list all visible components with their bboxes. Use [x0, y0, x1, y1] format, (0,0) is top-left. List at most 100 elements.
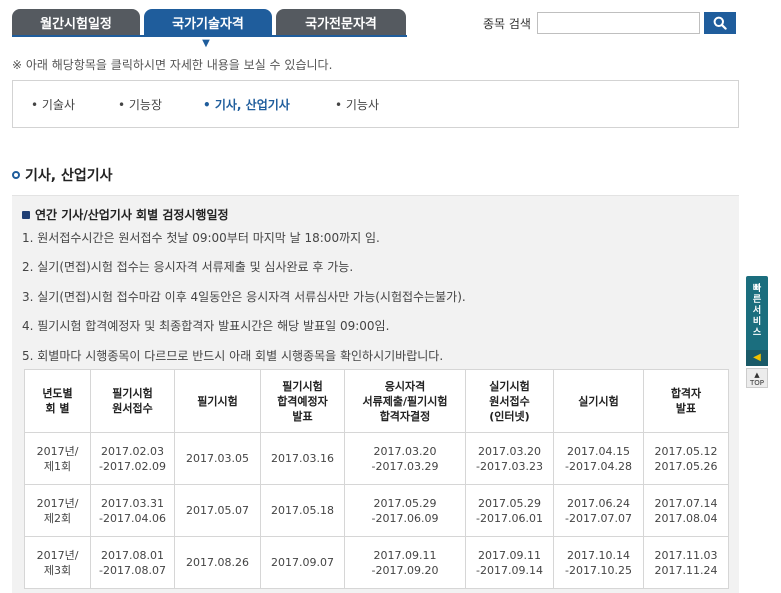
- square-bullet-icon: [22, 210, 30, 219]
- table-cell: 2017.05.29 -2017.06.01: [465, 484, 554, 537]
- tab-national-technical[interactable]: 국가기술자격: [144, 9, 272, 36]
- table-cell: 2017.05.12 2017.05.26: [643, 432, 729, 485]
- table-header-row: 년도별 회 별 필기시험 원서접수 필기시험 필기시험 합격예정자 발표 응시자격 서류제출/필기…: [24, 369, 729, 433]
- table-cell-line: -2017.06.01: [476, 511, 543, 525]
- table-cell: 2017년/제1회: [24, 432, 91, 485]
- search-icon: [713, 16, 727, 30]
- table-header-cell: 년도별회 별: [24, 369, 91, 433]
- table-header-line: 발표: [292, 409, 313, 423]
- search-button[interactable]: [703, 12, 736, 34]
- table-cell-line: 2017.03.20: [478, 444, 541, 458]
- table-cell-line: -2017.04.28: [565, 459, 632, 473]
- table-cell: 2017년/제2회: [24, 484, 91, 537]
- table-cell: 2017.05.18: [260, 484, 345, 537]
- table-cell-line: 2017.05.29: [478, 496, 541, 510]
- table-header-cell: 실기시험: [553, 369, 644, 433]
- subsection-title-text: 연간 기사/산업기사 회별 검정시행일정: [35, 208, 229, 222]
- table-cell-line: -2017.10.25: [565, 563, 632, 577]
- table-cell-line: -2017.06.09: [371, 511, 439, 525]
- chevron-down-icon: ▼: [202, 38, 210, 49]
- table-cell: 2017.03.20 -2017.03.23: [465, 432, 554, 485]
- table-cell-line: 2017.11.24: [654, 563, 718, 577]
- table-header-line: 합격예정자: [277, 394, 328, 408]
- table-header-cell: 합격자 발표: [643, 369, 729, 433]
- table-cell-line: 2017.05.26: [654, 459, 718, 473]
- table-row: 2017년/제1회 2017.02.03 -2017.02.09 2017.03.05…: [24, 432, 729, 485]
- tab-national-professional[interactable]: 국가전문자격: [276, 9, 406, 36]
- table-cell-line: 2017.08.26: [186, 556, 249, 569]
- rule-item: 3. 실기(면접)시험 접수마감 이후 4일동안은 응시자격 서류심사만 가능(…: [22, 290, 466, 304]
- table-cell-line: -2017.02.09: [99, 459, 166, 473]
- table-row: 2017년/제2회 2017.03.31 -2017.04.06 2017.05.07…: [24, 484, 729, 537]
- table-cell: 2017.08.26: [174, 536, 261, 589]
- table-cell: 2017.05.29 -2017.06.09: [344, 484, 466, 537]
- table-cell-line: 2017.11.03: [654, 548, 718, 562]
- tab-monthly-schedule[interactable]: 월간시험일정: [12, 9, 140, 36]
- table-header-line: 발표: [675, 402, 697, 415]
- table-cell: 2017.08.01 -2017.08.07: [90, 536, 175, 589]
- table-cell-line: 2017.09.11: [373, 548, 437, 562]
- table-header-line: 년도별: [42, 387, 73, 400]
- category-engineer-industrial-engineer[interactable]: • 기사, 산업기사: [203, 96, 290, 113]
- table-cell-line: 2017.08.01: [101, 548, 164, 562]
- table-header-cell: 필기시험: [174, 369, 261, 433]
- table-cell-line: -2017.07.07: [565, 511, 632, 525]
- table-cell-line: 2017.03.16: [271, 452, 334, 465]
- table-cell: 2017.03.05: [174, 432, 261, 485]
- table-row: 2017년/제3회 2017.08.01 -2017.08.07 2017.08.26…: [24, 536, 729, 589]
- table-cell-line: 2017.10.14: [567, 548, 630, 562]
- table-header-cell: 필기시험 합격예정자 발표: [260, 369, 345, 433]
- table-cell: 2017.09.11 -2017.09.20: [344, 536, 466, 589]
- schedule-content: 연간 기사/산업기사 회별 검정시행일정 1. 원서접수시간은 원서접수 첫날 …: [12, 195, 739, 593]
- table-cell-line: 2017년/: [36, 548, 79, 562]
- table-cell: 2017.09.07: [260, 536, 345, 589]
- category-craftsman[interactable]: • 기능사: [335, 96, 379, 113]
- table-cell: 2017.03.16: [260, 432, 345, 485]
- table-header-line: 회 별: [45, 402, 70, 415]
- table-cell-line: 2017년/: [36, 444, 79, 458]
- table-header-line: 응시자격: [384, 379, 426, 393]
- table-header-line: 실기시험: [489, 379, 530, 393]
- table-cell-line: 2017.03.20: [373, 444, 437, 458]
- table-cell-line: -2017.09.14: [476, 563, 543, 577]
- table-cell-line: -2017.03.29: [371, 459, 439, 473]
- table-cell: 2017.10.14 -2017.10.25: [553, 536, 644, 589]
- table-cell: 2017.11.03 2017.11.24: [643, 536, 729, 589]
- chevron-left-icon[interactable]: ◀: [746, 350, 768, 366]
- search-input[interactable]: [536, 12, 700, 34]
- table-cell-line: 2017.05.29: [373, 496, 437, 510]
- table-cell-line: 2017.03.31: [101, 496, 164, 510]
- category-professional-engineer[interactable]: • 기술사: [31, 96, 75, 113]
- rule-item: 1. 원서접수시간은 원서접수 첫날 09:00부터 마지막 날 18:00까지…: [22, 231, 380, 245]
- table-header-line: (인터넷): [489, 409, 530, 423]
- table-header-cell: 실기시험 원서접수 (인터넷): [465, 369, 554, 433]
- notice-text: ※ 아래 해당항목을 클릭하시면 자세한 내용을 보실 수 있습니다.: [12, 58, 333, 72]
- table-cell: 2017.03.31 -2017.04.06: [90, 484, 175, 537]
- table-cell: 2017.06.24 -2017.07.07: [553, 484, 644, 537]
- category-box: • 기술사 • 기능장 • 기사, 산업기사 • 기능사: [12, 80, 739, 128]
- table-header-line: 필기시험: [197, 394, 238, 408]
- table-cell: 2017.04.15 -2017.04.28: [553, 432, 644, 485]
- section-title-text: 기사, 산업기사: [25, 168, 113, 184]
- table-cell-line: 2017년/: [36, 496, 79, 510]
- table-cell-line: -2017.08.07: [99, 563, 166, 577]
- table-cell-line: 제1회: [43, 459, 72, 473]
- caret-up-icon: ▲: [754, 371, 760, 379]
- table-cell-line: -2017.04.06: [99, 511, 166, 525]
- table-header-line: 원서접수: [112, 402, 153, 415]
- scroll-top-button[interactable]: ▲ TOP: [746, 368, 768, 388]
- section-title: 기사, 산업기사: [12, 165, 112, 185]
- table-cell-line: 2017.02.03: [101, 444, 164, 458]
- rule-item: 5. 회별마다 시행종목이 다르므로 반드시 아래 회별 시행종목을 확인하시기…: [22, 349, 444, 363]
- rule-item: 2. 실기(면접)시험 접수는 응시자격 서류제출 및 심사완료 후 가능.: [22, 260, 354, 274]
- table-cell: 2017.02.03 -2017.02.09: [90, 432, 175, 485]
- ring-bullet-icon: [12, 171, 20, 179]
- table-cell-line: 제3회: [43, 563, 72, 577]
- category-master-craftsman[interactable]: • 기능장: [118, 96, 162, 113]
- schedule-table: 년도별 회 별 필기시험 원서접수 필기시험 필기시험 합격예정자 발표 응시자격 서류제출/필기…: [24, 369, 729, 589]
- table-cell-line: -2017.03.23: [476, 459, 543, 473]
- table-cell-line: 2017.09.11: [478, 548, 541, 562]
- table-cell-line: 2017.05.07: [186, 504, 249, 517]
- table-cell-line: 2017.09.07: [271, 556, 334, 569]
- table-header-cell: 필기시험 원서접수: [90, 369, 175, 433]
